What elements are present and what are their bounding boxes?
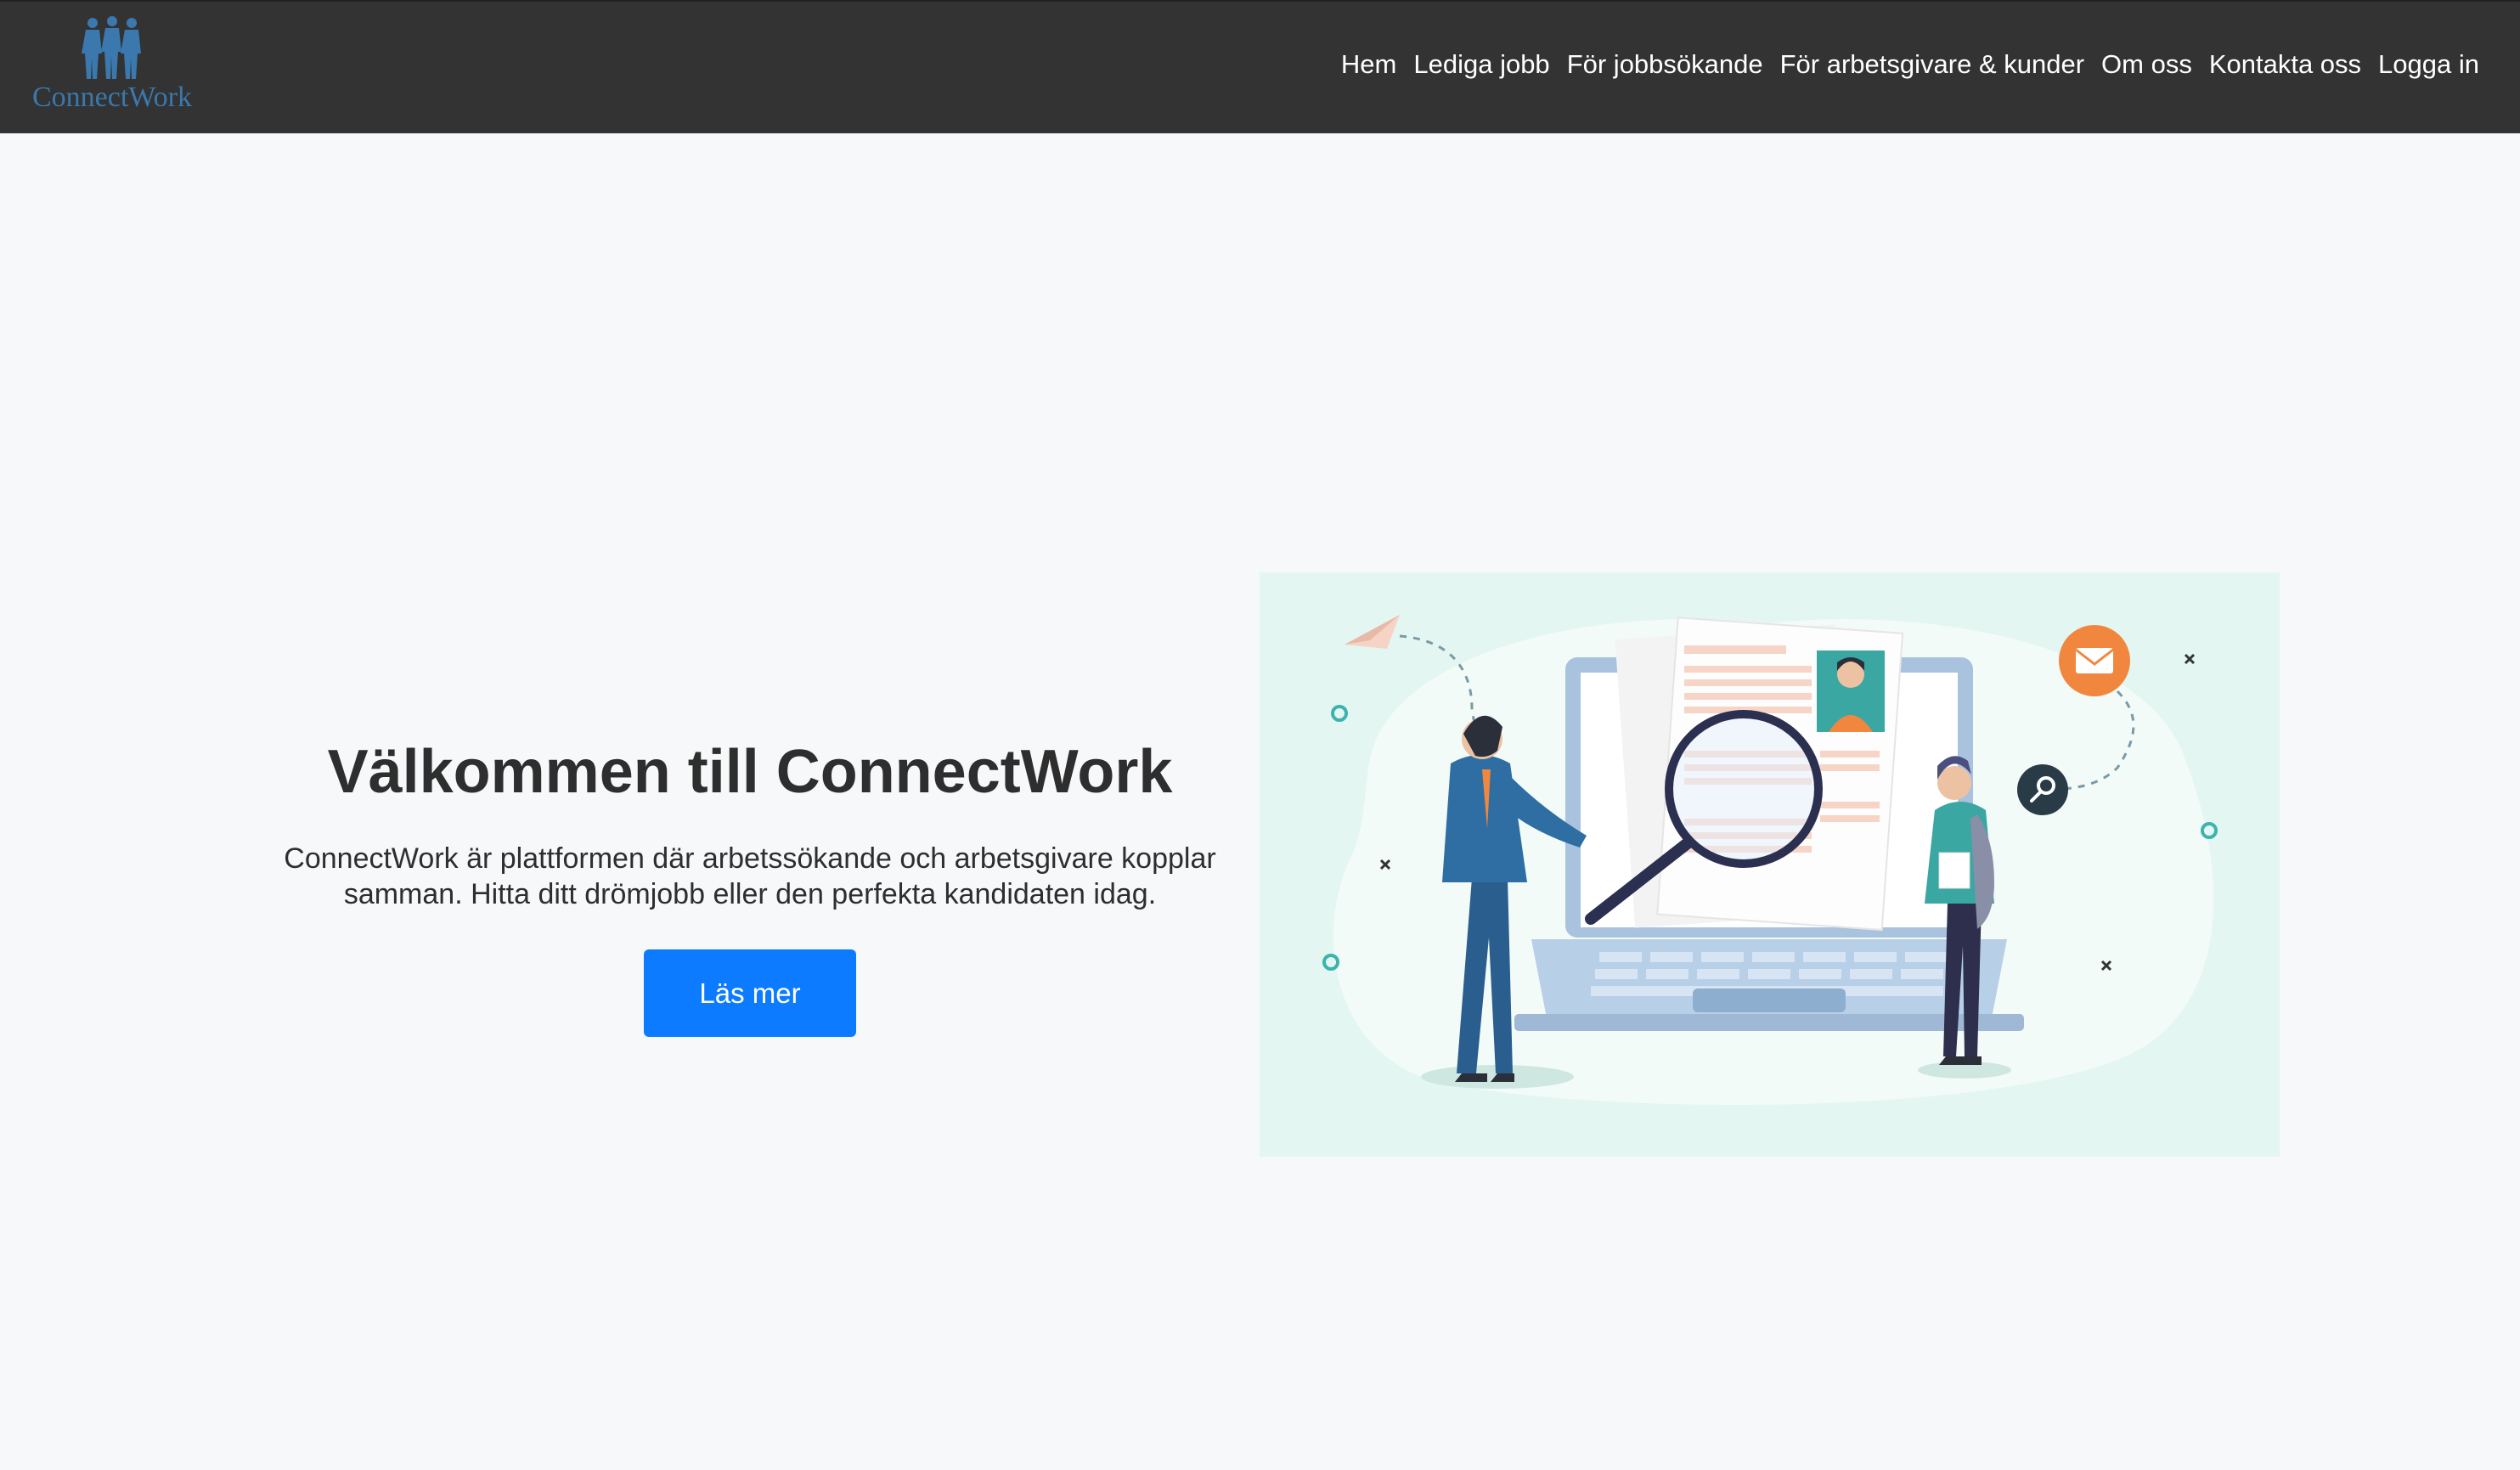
hero-title: Välkommen till ConnectWork [327,738,1173,806]
envelope-icon [2059,625,2130,696]
nav-for-arbetsgivare[interactable]: För arbetsgivare & kunder [1772,49,2093,80]
nav-lediga-jobb[interactable]: Lediga jobb [1405,49,1558,80]
nav-for-jobbsokande[interactable]: För jobbsökande [1559,49,1772,80]
nav-links: Hem Lediga jobb För jobbsökande För arbe… [1333,49,2488,80]
people-logo-icon [82,16,141,79]
hero-description: ConnectWork är plattformen där arbetssök… [284,842,1216,910]
nav-om-oss[interactable]: Om oss [2093,49,2201,80]
logo[interactable]: ConnectWork [31,15,209,117]
logo-text: ConnectWork [32,82,192,113]
read-more-button[interactable]: Läs mer [644,949,856,1037]
key-icon [2017,764,2068,815]
hero-illustration [1260,572,2280,1157]
nav-logga-in[interactable]: Logga in [2370,49,2488,80]
nav-kontakta-oss[interactable]: Kontakta oss [2201,49,2370,80]
nav-hem[interactable]: Hem [1333,49,1405,80]
top-navbar: ConnectWork Hem Lediga jobb För jobbsöka… [0,0,2520,133]
